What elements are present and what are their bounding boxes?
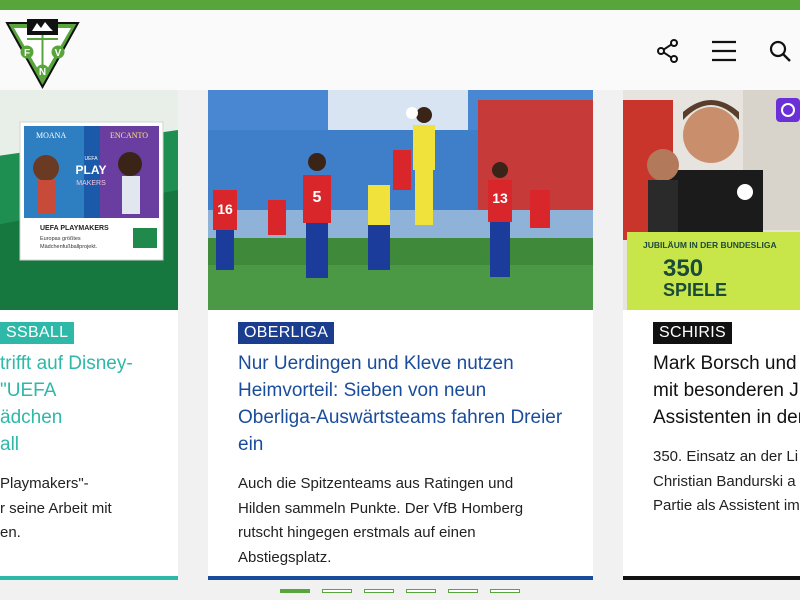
card-excerpt-line: Abstiegsplatz. bbox=[238, 548, 332, 566]
card-title-line: Mark Borsch und bbox=[653, 353, 797, 374]
card-title-line: Nur Uerdingen und Kleve nutzen bbox=[238, 353, 514, 374]
search-icon[interactable] bbox=[767, 38, 793, 64]
share-icon[interactable] bbox=[655, 38, 681, 64]
card-image-referee: JUBILÄUM IN DER BUNDESLIGA 350 SPIELE bbox=[623, 90, 800, 310]
carousel-dot[interactable] bbox=[280, 589, 310, 593]
card-excerpt-line: r seine Arbeit mit bbox=[0, 499, 112, 517]
card-title-line: Heimvorteil: Sieben von neun bbox=[238, 380, 487, 401]
card-title-line: "UEFA bbox=[0, 380, 57, 401]
card-title-line: ein bbox=[238, 434, 264, 455]
svg-text:13: 13 bbox=[492, 190, 508, 206]
card-accent-line bbox=[623, 576, 800, 580]
category-tag[interactable]: SCHIRIS bbox=[653, 322, 732, 344]
brand-top-bar bbox=[0, 0, 800, 10]
hamburger-menu-icon[interactable] bbox=[711, 38, 737, 64]
svg-text:SPIELE: SPIELE bbox=[663, 280, 727, 300]
card-image-football-match: 16 5 13 bbox=[208, 90, 593, 310]
carousel-dot[interactable] bbox=[448, 589, 478, 593]
news-carousel: MOANA ENCANTO UEFA PLAY MAKERS UEFA PLAY… bbox=[0, 90, 800, 600]
fvn-logo[interactable]: F V N bbox=[5, 15, 80, 90]
card-excerpt: Playmakers"- r seine Arbeit mit en. bbox=[0, 472, 178, 546]
svg-text:F: F bbox=[24, 48, 30, 59]
card-excerpt: Auch die Spitzenteams aus Ratingen und H… bbox=[238, 472, 583, 570]
card-title-line: ädchen bbox=[0, 407, 63, 428]
card-excerpt-line: Playmakers"- bbox=[0, 475, 89, 492]
card-title[interactable]: Nur Uerdingen und Kleve nutzen Heimvorte… bbox=[238, 350, 583, 458]
category-tag[interactable]: OBERLIGA bbox=[238, 322, 335, 344]
card-title-line: Oberliga-Auswärtsteams fahren Dreier bbox=[238, 407, 563, 428]
news-card-schiris[interactable]: JUBILÄUM IN DER BUNDESLIGA 350 SPIELE SC… bbox=[623, 90, 800, 580]
svg-text:MOANA: MOANA bbox=[36, 131, 66, 140]
carousel-dot[interactable] bbox=[406, 589, 436, 593]
card-accent-line bbox=[208, 576, 593, 580]
svg-text:UEFA: UEFA bbox=[84, 156, 98, 162]
card-title-line: all bbox=[0, 434, 20, 455]
card-excerpt-line: 350. Einsatz an der Li bbox=[653, 448, 799, 465]
card-title-line: trifft auf Disney- bbox=[0, 353, 133, 374]
card-excerpt-line: Hilden sammeln Punkte. Der VfB Homberg bbox=[238, 499, 524, 517]
svg-text:V: V bbox=[55, 48, 62, 59]
carousel-pagination bbox=[280, 589, 520, 593]
svg-text:Mädchenfußballprojekt.: Mädchenfußballprojekt. bbox=[40, 244, 98, 250]
card-excerpt-line: en. bbox=[0, 524, 21, 541]
svg-text:UEFA PLAYMAKERS: UEFA PLAYMAKERS bbox=[40, 225, 109, 232]
card-title[interactable]: trifft auf Disney- "UEFA ädchen all bbox=[0, 350, 178, 458]
svg-text:5: 5 bbox=[313, 189, 322, 206]
card-excerpt-line: Christian Bandurski a bbox=[653, 472, 796, 490]
card-accent-line bbox=[0, 576, 178, 580]
news-card-disney-playmakers[interactable]: MOANA ENCANTO UEFA PLAY MAKERS UEFA PLAY… bbox=[0, 90, 178, 580]
carousel-dot[interactable] bbox=[322, 589, 352, 593]
carousel-dot[interactable] bbox=[364, 589, 394, 593]
svg-text:ENCANTO: ENCANTO bbox=[110, 131, 148, 140]
site-header: F V N bbox=[0, 10, 800, 90]
carousel-dot[interactable] bbox=[490, 589, 520, 593]
svg-text:16: 16 bbox=[217, 201, 233, 217]
svg-text:350: 350 bbox=[663, 255, 703, 282]
news-card-oberliga[interactable]: 16 5 13 OBERLIGA Nur Uerdingen und Kleve… bbox=[208, 90, 593, 580]
card-title-line: mit besonderen Ju bbox=[653, 380, 800, 401]
card-image-playmakers: MOANA ENCANTO UEFA PLAY MAKERS UEFA PLAY… bbox=[0, 90, 178, 310]
card-excerpt-line: Auch die Spitzenteams aus Ratingen und bbox=[238, 475, 514, 492]
category-tag[interactable]: SSBALL bbox=[0, 322, 75, 344]
card-excerpt: 350. Einsatz an der Li Christian Bandurs… bbox=[653, 445, 800, 519]
card-title[interactable]: Mark Borsch und mit besonderen Ju Assist… bbox=[653, 350, 800, 431]
svg-text:PLAY: PLAY bbox=[76, 163, 107, 177]
card-title-line: Assistenten in der bbox=[653, 407, 800, 428]
svg-text:Europas größtes: Europas größtes bbox=[40, 236, 81, 242]
card-excerpt-line: rutscht hingegen erstmals auf einen bbox=[238, 524, 476, 541]
card-excerpt-line: Partie als Assistent im bbox=[653, 497, 800, 514]
svg-text:N: N bbox=[39, 67, 46, 78]
svg-text:MAKERS: MAKERS bbox=[76, 180, 106, 187]
svg-text:JUBILÄUM IN DER BUNDESLIGA: JUBILÄUM IN DER BUNDESLIGA bbox=[643, 240, 777, 250]
